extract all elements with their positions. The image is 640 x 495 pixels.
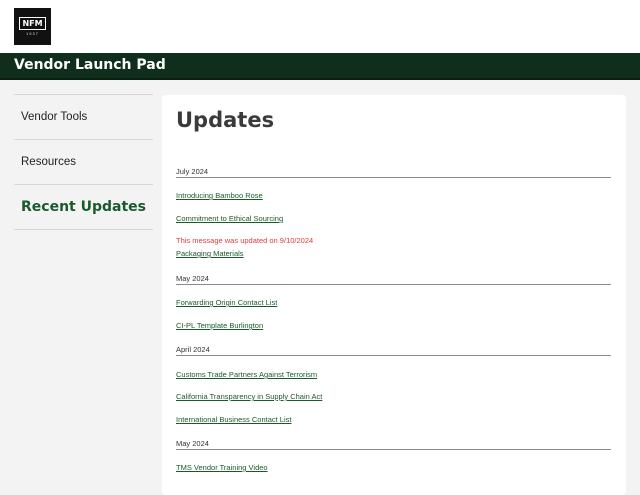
update-note: This message was updated on 9/10/2024: [176, 236, 314, 245]
nfm-logo[interactable]: NFM 1937: [14, 8, 51, 45]
top-header: NFM 1937: [0, 0, 640, 53]
page-banner: Vendor Launch Pad: [0, 53, 640, 80]
logo-subtext: 1937: [26, 31, 39, 36]
link-customs-trade-partners[interactable]: Customs Trade Partners Against Terrorism: [176, 370, 317, 379]
link-packaging-materials[interactable]: Packaging Materials: [176, 249, 244, 258]
link-tms-vendor-training-video[interactable]: TMS Vendor Training Video: [176, 463, 268, 472]
link-forwarding-origin-contact-list[interactable]: Forwarding Origin Contact List: [176, 298, 277, 307]
link-international-business-contact-list[interactable]: International Business Contact List: [176, 415, 291, 424]
link-ci-pl-template-burlington[interactable]: CI-PL Template Burlington: [176, 321, 263, 330]
sidebar-item-resources[interactable]: Resources: [14, 140, 153, 185]
logo-text: NFM: [19, 17, 46, 30]
sidebar-item-vendor-tools[interactable]: Vendor Tools: [14, 95, 153, 140]
sidebar-item-recent-updates[interactable]: Recent Updates: [14, 185, 153, 230]
banner-title: Vendor Launch Pad: [14, 57, 166, 73]
link-commitment-ethical-sourcing[interactable]: Commitment to Ethical Sourcing: [176, 214, 283, 223]
section-heading-may-2024: May 2024: [176, 274, 611, 285]
section-heading-july-2024: July 2024: [176, 167, 611, 178]
section-heading-may-2024-b: May 2024: [176, 439, 611, 450]
updates-panel: Updates July 2024 Introducing Bamboo Ros…: [162, 95, 626, 495]
link-california-transparency[interactable]: California Transparency in Supply Chain …: [176, 392, 322, 401]
page-title: Updates: [176, 108, 275, 132]
section-heading-april-2024: April 2024: [176, 345, 611, 356]
sidebar-nav: Vendor Tools Resources Recent Updates: [14, 94, 153, 230]
link-introducing-bamboo-rose[interactable]: Introducing Bamboo Rose: [176, 191, 263, 200]
